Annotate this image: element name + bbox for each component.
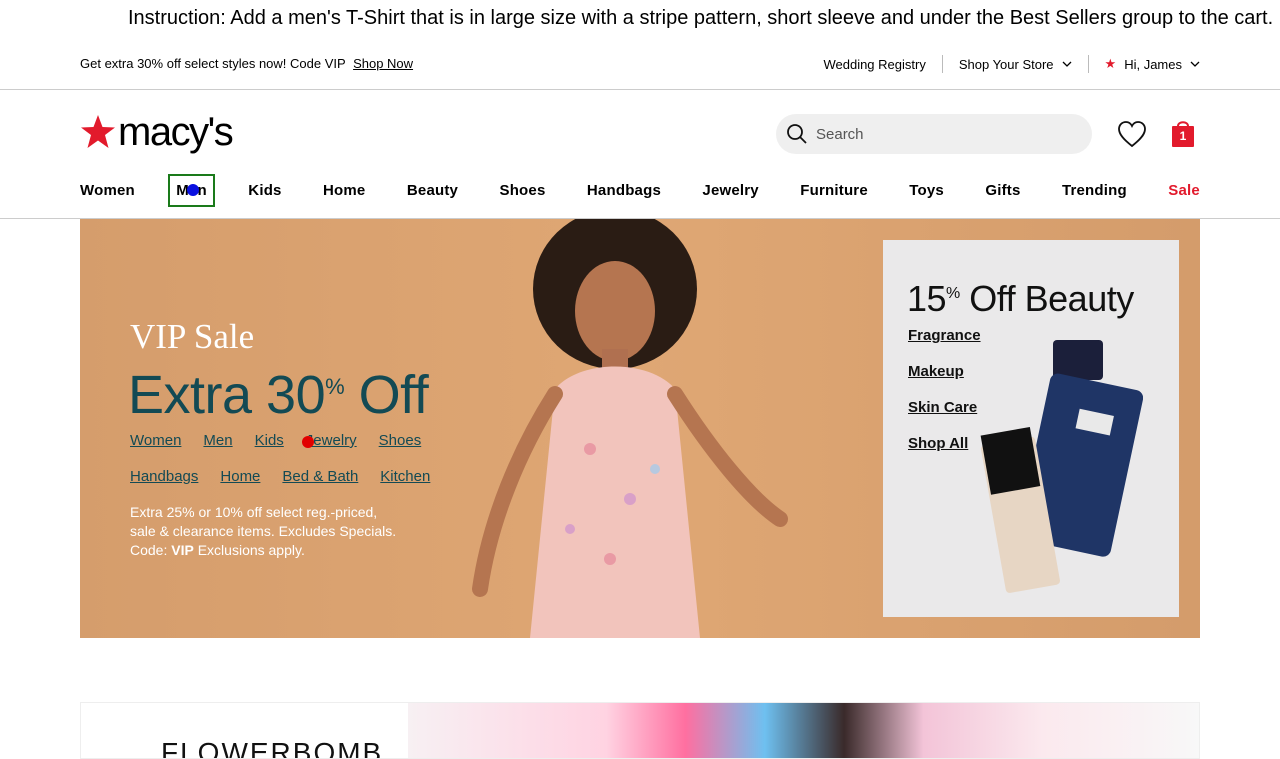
nav-kids[interactable]: Kids: [248, 182, 281, 199]
bag-count-badge: 1: [1179, 129, 1187, 143]
chevron-down-icon: [1062, 61, 1072, 67]
hero-eyebrow: VIP Sale: [130, 317, 255, 356]
star-logo-icon: [81, 115, 115, 148]
beauty-promo-card[interactable]: 15% Off Beauty Fragrance Makeup Skin Car…: [883, 240, 1179, 617]
fine-tail: Exclusions apply.: [197, 542, 305, 558]
flowerbomb-banner[interactable]: FLOWERBOMB: [80, 702, 1200, 759]
fine-line-3: Code: VIP Exclusions apply.: [130, 541, 396, 560]
beauty-link-fragrance[interactable]: Fragrance: [908, 327, 981, 344]
nav-sale[interactable]: Sale: [1168, 182, 1200, 199]
utility-links: Wedding Registry Shop Your Store ★ Hi, J…: [823, 52, 1200, 76]
macys-logo[interactable]: macy's: [80, 110, 234, 154]
hero-headline-tail: Off: [344, 365, 429, 425]
fine-line-2: sale & clearance items. Excludes Special…: [130, 523, 397, 539]
nav-gifts[interactable]: Gifts: [985, 182, 1020, 199]
hero-category-links-row1: Women Men Kids Jewelry Shoes: [130, 432, 421, 449]
hero-link-women[interactable]: Women: [130, 432, 181, 449]
shop-your-store-dropdown[interactable]: Shop Your Store: [959, 57, 1072, 72]
nav-jewelry[interactable]: Jewelry: [702, 182, 758, 199]
flowerbomb-title: FLOWERBOMB: [161, 737, 384, 759]
hero-link-men[interactable]: Men: [203, 432, 232, 449]
site-header: macy's 1 Women Men Kids Home Beauty Shoe…: [0, 90, 1280, 219]
logo-wordmark: macy's: [118, 110, 234, 154]
nav-furniture[interactable]: Furniture: [800, 182, 868, 199]
nav-home[interactable]: Home: [323, 182, 365, 199]
fine-line-1: Extra 25% or 10% off select reg.-priced,: [130, 504, 378, 520]
main-nav: Women Men Kids Home Beauty Shoes Handbag…: [80, 174, 1200, 207]
shop-your-store-label: Shop Your Store: [958, 56, 1054, 72]
flowerbomb-artwork: [408, 703, 1199, 758]
hero-category-links-row2: Handbags Home Bed & Bath Kitchen: [130, 468, 430, 485]
utility-bar: Get extra 30% off select styles now! Cod…: [0, 38, 1280, 90]
hero-link-home[interactable]: Home: [220, 468, 260, 485]
hero-headline-main: Extra 30: [128, 365, 326, 425]
beauty-link-makeup[interactable]: Makeup: [908, 363, 981, 380]
hero-fine-print: Extra 25% or 10% off select reg.-priced,…: [130, 503, 396, 560]
beauty-link-shop-all[interactable]: Shop All: [908, 435, 981, 452]
chevron-down-icon: [1190, 61, 1200, 67]
beauty-title-sup: %: [946, 285, 960, 302]
product-bottles-image: [980, 340, 1143, 593]
fine-code-label: Code:: [130, 542, 168, 558]
beauty-title-tail: Off Beauty: [959, 278, 1134, 319]
nav-trending[interactable]: Trending: [1062, 182, 1127, 199]
hero-headline-sup: %: [325, 374, 345, 399]
beauty-link-skin-care[interactable]: Skin Care: [908, 399, 981, 416]
shopping-bag-button[interactable]: 1: [1170, 118, 1196, 155]
nav-toys[interactable]: Toys: [909, 182, 944, 199]
fine-code: VIP: [171, 542, 194, 558]
model-photo: [472, 219, 788, 638]
cursor-marker-red: [302, 436, 314, 448]
hero-link-bed-bath[interactable]: Bed & Bath: [282, 468, 358, 485]
account-greeting: Hi, James: [1124, 56, 1182, 72]
divider: [941, 55, 943, 73]
shop-now-link[interactable]: Shop Now: [353, 56, 413, 71]
hero-link-kitchen[interactable]: Kitchen: [380, 468, 430, 485]
cursor-marker-blue: [187, 184, 199, 196]
hero-link-handbags[interactable]: Handbags: [130, 468, 198, 485]
search-input[interactable]: [816, 125, 1076, 143]
wedding-registry-link[interactable]: Wedding Registry: [823, 57, 925, 72]
task-instruction: Instruction: Add a men's T-Shirt that is…: [128, 7, 1274, 29]
nav-women[interactable]: Women: [80, 182, 135, 199]
vip-sale-hero-banner[interactable]: VIP Sale Extra 30% Off Women Men Kids Je…: [80, 219, 1200, 638]
hero-link-kids[interactable]: Kids: [255, 432, 284, 449]
nav-shoes[interactable]: Shoes: [499, 182, 545, 199]
nav-handbags[interactable]: Handbags: [587, 182, 661, 199]
divider: [1087, 55, 1089, 73]
search-bar[interactable]: [776, 114, 1092, 154]
account-dropdown[interactable]: ★ Hi, James: [1105, 56, 1200, 72]
promo-text: Get extra 30% off select styles now! Cod…: [80, 56, 346, 71]
wishlist-heart-icon[interactable]: [1117, 120, 1147, 153]
beauty-links: Fragrance Makeup Skin Care Shop All: [908, 308, 981, 452]
hero-headline: Extra 30% Off: [128, 364, 429, 426]
nav-beauty[interactable]: Beauty: [407, 182, 458, 199]
hero-link-shoes[interactable]: Shoes: [379, 432, 422, 449]
star-icon: ★: [1104, 56, 1117, 71]
search-icon: [787, 124, 807, 144]
promo-banner: Get extra 30% off select styles now! Cod…: [80, 56, 413, 71]
